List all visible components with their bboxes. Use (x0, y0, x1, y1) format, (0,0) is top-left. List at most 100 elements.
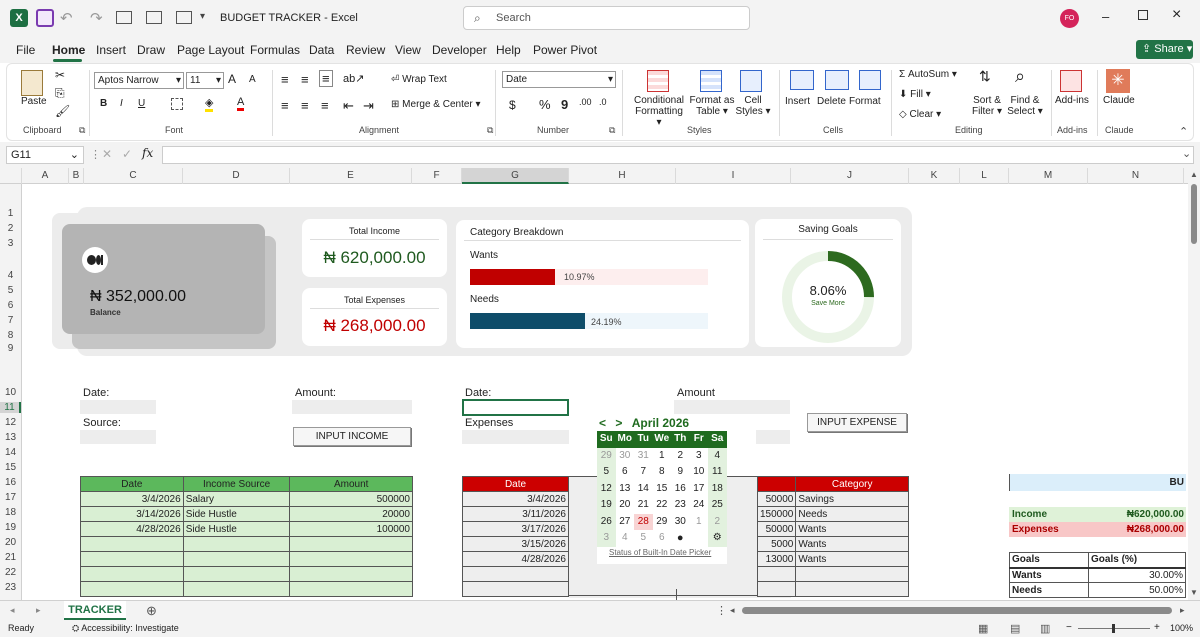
table-row[interactable] (756, 566, 909, 582)
sheet-tab-tracker[interactable]: TRACKER (64, 601, 126, 620)
row-header[interactable]: 20 (0, 537, 21, 548)
table-cell[interactable] (289, 536, 413, 552)
table-cell[interactable] (80, 551, 184, 567)
align-left-icon[interactable]: ≡ (281, 98, 289, 113)
expense-amount-input[interactable] (674, 400, 790, 414)
tab-file[interactable]: File (16, 43, 35, 57)
page-break-view-icon[interactable]: ▥ (1040, 622, 1050, 635)
horizontal-scrollbar[interactable] (742, 607, 1172, 614)
table-row[interactable]: Needs 50.00% (1009, 582, 1186, 598)
calendar-day[interactable]: 5 (597, 464, 616, 481)
conditional-formatting-button[interactable]: Conditional Formatting ▾ (633, 95, 685, 128)
calendar-day[interactable]: 13 (616, 481, 635, 498)
column-header[interactable]: B (69, 168, 84, 184)
currency-button[interactable]: $ (509, 98, 516, 112)
scroll-right-icon[interactable]: ▸ (36, 605, 41, 616)
table-row[interactable] (462, 566, 569, 582)
autosum-button[interactable]: Σ AutoSum ▾ (899, 69, 957, 80)
calendar-day[interactable]: 6 (653, 530, 672, 547)
align-bottom-icon[interactable]: ≡ (319, 70, 333, 87)
input-expense-button[interactable]: INPUT EXPENSE (807, 413, 907, 432)
wrap-text-button[interactable]: ⏎ Wrap Text (391, 74, 447, 85)
table-row[interactable]: 3/11/2026 (462, 506, 569, 522)
shrink-font-button[interactable]: A (249, 74, 256, 85)
vscroll-up-icon[interactable]: ▲ (1190, 170, 1198, 179)
table-cell[interactable]: 3/15/2026 (462, 536, 569, 552)
tab-review[interactable]: Review (346, 43, 385, 57)
row-header[interactable]: 7 (0, 315, 21, 326)
column-header[interactable]: J (791, 168, 909, 184)
copy-icon[interactable]: ⎘ (55, 86, 65, 101)
column-header[interactable]: K (909, 168, 960, 184)
tab-formulas[interactable]: Formulas (250, 43, 300, 57)
table-cell[interactable]: 30.00% (1088, 567, 1186, 583)
column-header[interactable]: A (22, 168, 69, 184)
calendar-day[interactable]: 29 (653, 514, 672, 531)
table-cell[interactable]: 50.00% (1088, 582, 1186, 598)
calendar-day[interactable]: 6 (616, 464, 635, 481)
next-month-button[interactable]: > (615, 416, 622, 430)
table-cell[interactable]: Wants (795, 536, 909, 552)
split-handle-icon[interactable]: ⋮ (716, 604, 727, 617)
calendar-day[interactable]: 20 (616, 497, 635, 514)
insert-function-icon[interactable]: fx (142, 146, 153, 160)
tab-developer[interactable]: Developer (432, 43, 487, 57)
paste-button[interactable]: Paste (21, 96, 47, 107)
table-row[interactable] (80, 536, 413, 552)
table-cell[interactable] (182, 581, 291, 597)
zoom-thumb[interactable] (1112, 624, 1115, 633)
calendar-day[interactable]: 2 (671, 448, 690, 465)
table-row[interactable]: Wants 30.00% (1009, 567, 1186, 583)
table-cell[interactable] (289, 551, 413, 567)
calendar-day[interactable]: 1 (690, 514, 709, 531)
hscroll-right-icon[interactable]: ▸ (1180, 605, 1185, 616)
table-icon[interactable] (116, 11, 132, 24)
formula-input[interactable] (162, 146, 1194, 164)
table-cell[interactable]: Needs (795, 506, 909, 522)
calendar-day[interactable]: 15 (653, 481, 672, 498)
decrease-indent-icon[interactable]: ⇤ (343, 98, 354, 114)
table-cell[interactable] (80, 536, 184, 552)
delete-cells-icon[interactable] (825, 70, 849, 90)
tab-help[interactable]: Help (496, 43, 521, 57)
info-icon[interactable]: ● (671, 530, 690, 547)
table-row[interactable] (80, 566, 413, 582)
find-select-icon[interactable]: ⌕ (1015, 66, 1025, 87)
restore-icon[interactable] (1138, 10, 1148, 20)
close-icon[interactable]: × (1172, 6, 1181, 24)
row-header[interactable]: 13 (0, 432, 21, 443)
calendar-day[interactable]: 5 (634, 530, 653, 547)
add-ins-button[interactable]: Add-ins (1055, 95, 1089, 106)
zoom-out-icon[interactable]: − (1066, 622, 1072, 633)
expand-formula-icon[interactable]: ⌄ (1182, 147, 1191, 160)
font-color-button[interactable]: A (237, 96, 245, 111)
zoom-level[interactable]: 100% (1170, 623, 1193, 633)
format-painter-icon[interactable]: 🖌 (55, 104, 70, 118)
calendar-day[interactable]: 26 (597, 513, 616, 530)
clipboard-launcher-icon[interactable]: ⧉ (79, 125, 85, 136)
add-ins-icon[interactable] (1060, 70, 1082, 92)
column-header[interactable]: F (412, 168, 462, 184)
bold-button[interactable]: B (100, 98, 107, 109)
calendar-day[interactable]: 30 (671, 514, 690, 531)
table-cell[interactable]: 5000 (756, 536, 797, 552)
date-picker-status-link[interactable]: Status of Built-In Date Picker (609, 548, 711, 557)
table-row[interactable] (80, 551, 413, 567)
calendar-day[interactable]: 31 (634, 448, 653, 465)
calendar-day[interactable]: 23 (671, 497, 690, 514)
row-header[interactable]: 12 (0, 417, 21, 428)
insert-button[interactable]: Insert (785, 96, 810, 107)
table-cell[interactable]: Savings (795, 491, 909, 507)
calendar-day[interactable]: 1 (653, 448, 672, 465)
calendar-day[interactable]: 10 (690, 464, 709, 481)
increase-decimal-icon[interactable]: .00 (579, 97, 592, 107)
calendar-day[interactable]: 29 (597, 447, 616, 464)
align-top-icon[interactable]: ≡ (281, 72, 289, 87)
calendar-day[interactable]: 14 (634, 481, 653, 498)
tab-draw[interactable]: Draw (137, 43, 165, 57)
table-cell[interactable]: Wants (795, 551, 909, 567)
calendar-day[interactable]: 18 (708, 480, 727, 497)
calendar-day[interactable]: 3 (690, 448, 709, 465)
table-cell[interactable] (289, 566, 413, 582)
vertical-scrollbar[interactable]: ▲ ▼ (1188, 168, 1200, 600)
